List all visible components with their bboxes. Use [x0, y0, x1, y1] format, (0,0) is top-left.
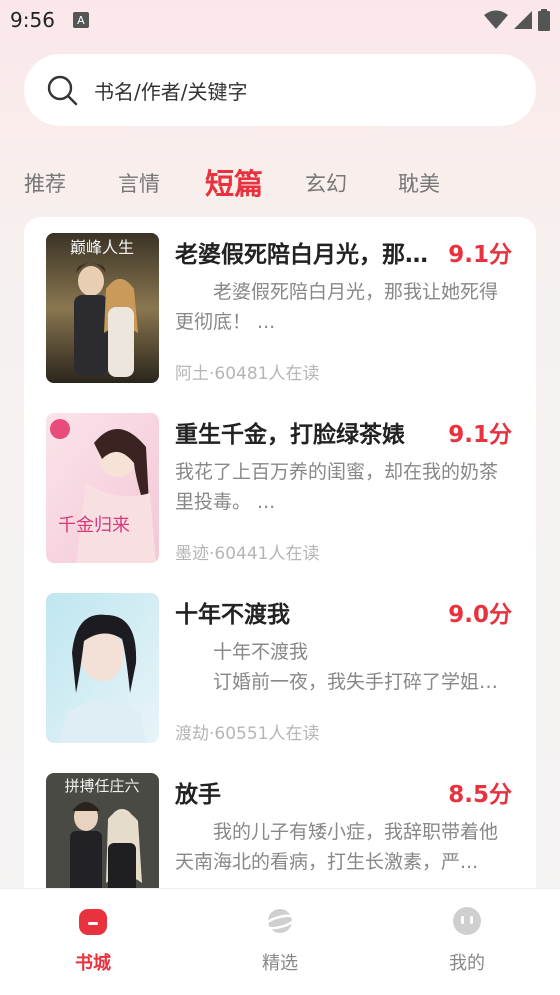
status-bar: 9:56 A	[0, 0, 560, 40]
book-score: 9.0分	[448, 602, 512, 628]
tab-recommend[interactable]: 推荐	[24, 168, 66, 198]
nav-label: 精选	[262, 953, 298, 974]
book-item[interactable]: 十年不渡我 9.0分 十年不渡我 订婚前一夜，我失手打碎了学姐的... 渡劫·6…	[24, 577, 536, 744]
signal-icon	[514, 11, 532, 29]
category-tabs: 推荐 言情 短篇 玄幻 耽美	[0, 158, 560, 202]
planet-icon	[264, 909, 296, 933]
cover-art-portrait	[46, 593, 159, 743]
tab-fantasy[interactable]: 玄幻	[305, 168, 347, 198]
search-bar[interactable]: 书名/作者/关键字	[24, 54, 536, 126]
cover-title-text: 拼搏任庄六	[64, 777, 139, 795]
tab-romance[interactable]: 言情	[118, 168, 160, 198]
nav-featured[interactable]: 精选	[235, 905, 325, 975]
nav-profile[interactable]: 我的	[422, 905, 512, 975]
book-item[interactable]: 千金归来 重生千金，打脸绿茶婊 9.1分 我花了上百万养的闺蜜，却在我的奶茶里投…	[24, 397, 536, 564]
nav-label: 书城	[75, 953, 111, 974]
book-description: 十年不渡我 订婚前一夜，我失手打碎了学姐的...	[213, 641, 480, 693]
book-author-readers: 阿土·60481人在读	[175, 364, 320, 384]
search-input[interactable]: 书名/作者/关键字	[94, 76, 247, 105]
cover-art-woman: 千金归来	[46, 413, 159, 563]
book-author-readers: 渡劫·60551人在读	[175, 724, 320, 744]
book-list: 巅峰人生 老婆假死陪白月光，那我让她死得更彻底！ 9.1分 老婆假死陪白月光，那…	[24, 217, 536, 917]
book-cover[interactable]: 千金归来	[46, 413, 159, 563]
book-score: 8.5分	[448, 782, 512, 808]
search-icon	[47, 75, 78, 106]
book-title[interactable]: 放手	[175, 775, 447, 809]
status-time: 9:56	[10, 8, 55, 32]
book-cover[interactable]	[46, 593, 159, 743]
cover-title-text: 千金归来	[58, 515, 130, 536]
cover-title-text: 巅峰人生	[70, 238, 134, 257]
book-description: 我花了上百万养的闺蜜，却在我的奶茶里投毒。 ...	[175, 461, 499, 513]
book-item[interactable]: 巅峰人生 老婆假死陪白月光，那我让她死得更彻底！ 9.1分 老婆假死陪白月光，那…	[24, 217, 536, 384]
battery-icon	[538, 9, 550, 31]
book-title[interactable]: 重生千金，打脸绿茶婊	[175, 415, 447, 449]
nav-bookstore[interactable]: 书城	[48, 905, 138, 975]
book-cover[interactable]: 巅峰人生	[46, 233, 159, 383]
book-score: 9.1分	[448, 422, 512, 448]
book-score: 9.1分	[448, 242, 512, 268]
tab-danmei[interactable]: 耽美	[398, 168, 440, 198]
bottom-nav: 书城 精选 我的	[0, 888, 560, 995]
profile-face-icon	[453, 907, 481, 935]
bookstore-icon	[79, 909, 107, 935]
wifi-icon	[484, 10, 508, 29]
notification-a-icon: A	[72, 12, 89, 28]
book-description: 老婆假死陪白月光，那我让她死得更彻底！ ...	[175, 281, 499, 333]
tab-short[interactable]: 短篇	[205, 161, 263, 203]
nav-label: 我的	[449, 953, 485, 974]
cover-art-couple: 巅峰人生	[46, 233, 159, 383]
book-title[interactable]: 老婆假死陪白月光，那我让她死得更彻底！	[175, 235, 447, 269]
status-indicators	[484, 9, 550, 31]
book-title[interactable]: 十年不渡我	[175, 595, 447, 629]
book-description: 我的儿子有矮小症，我辞职带着他天南海北的看病，打生长激素，严...	[175, 821, 499, 873]
book-author-readers: 墨迹·60441人在读	[175, 544, 320, 564]
